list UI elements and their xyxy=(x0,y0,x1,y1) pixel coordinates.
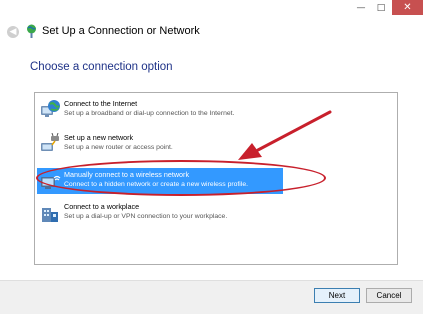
router-network-icon xyxy=(41,133,59,151)
minimize-button[interactable]: — xyxy=(352,0,370,15)
option-description: Set up a dial-up or VPN connection to yo… xyxy=(64,213,228,220)
option-new-network[interactable]: Set up a new network Set up a new router… xyxy=(37,131,283,157)
page-heading: Choose a connection option xyxy=(30,61,173,73)
back-arrow-icon[interactable]: ◀ xyxy=(7,26,19,38)
network-setup-icon xyxy=(27,24,36,38)
option-title: Connect to the Internet xyxy=(64,99,138,108)
option-description: Connect to a hidden network or create a … xyxy=(64,181,248,188)
maximize-button[interactable]: □ xyxy=(372,0,390,15)
option-manual-wireless[interactable]: Manually connect to a wireless network C… xyxy=(37,168,283,194)
wireless-computer-icon xyxy=(41,175,61,189)
option-title: Manually connect to a wireless network xyxy=(64,170,190,179)
connection-options-list: Connect to the Internet Set up a broadba… xyxy=(34,92,398,265)
window-title: Set Up a Connection or Network xyxy=(42,25,200,37)
option-workplace[interactable]: Connect to a workplace Set up a dial-up … xyxy=(37,200,283,226)
option-title: Set up a new network xyxy=(64,133,134,142)
option-description: Set up a new router or access point. xyxy=(64,144,173,151)
option-connect-internet[interactable]: Connect to the Internet Set up a broadba… xyxy=(37,97,283,123)
globe-network-icon xyxy=(41,100,60,117)
option-description: Set up a broadband or dial-up connection… xyxy=(64,110,235,117)
close-button[interactable]: ✕ xyxy=(392,0,423,15)
cancel-button[interactable]: Cancel xyxy=(366,288,412,303)
setup-connection-window: — □ ✕ ◀ Set Up a Connection or Network C… xyxy=(0,0,423,314)
option-title: Connect to a workplace xyxy=(64,202,140,211)
next-button[interactable]: Next xyxy=(314,288,360,303)
workplace-building-icon xyxy=(42,208,58,222)
